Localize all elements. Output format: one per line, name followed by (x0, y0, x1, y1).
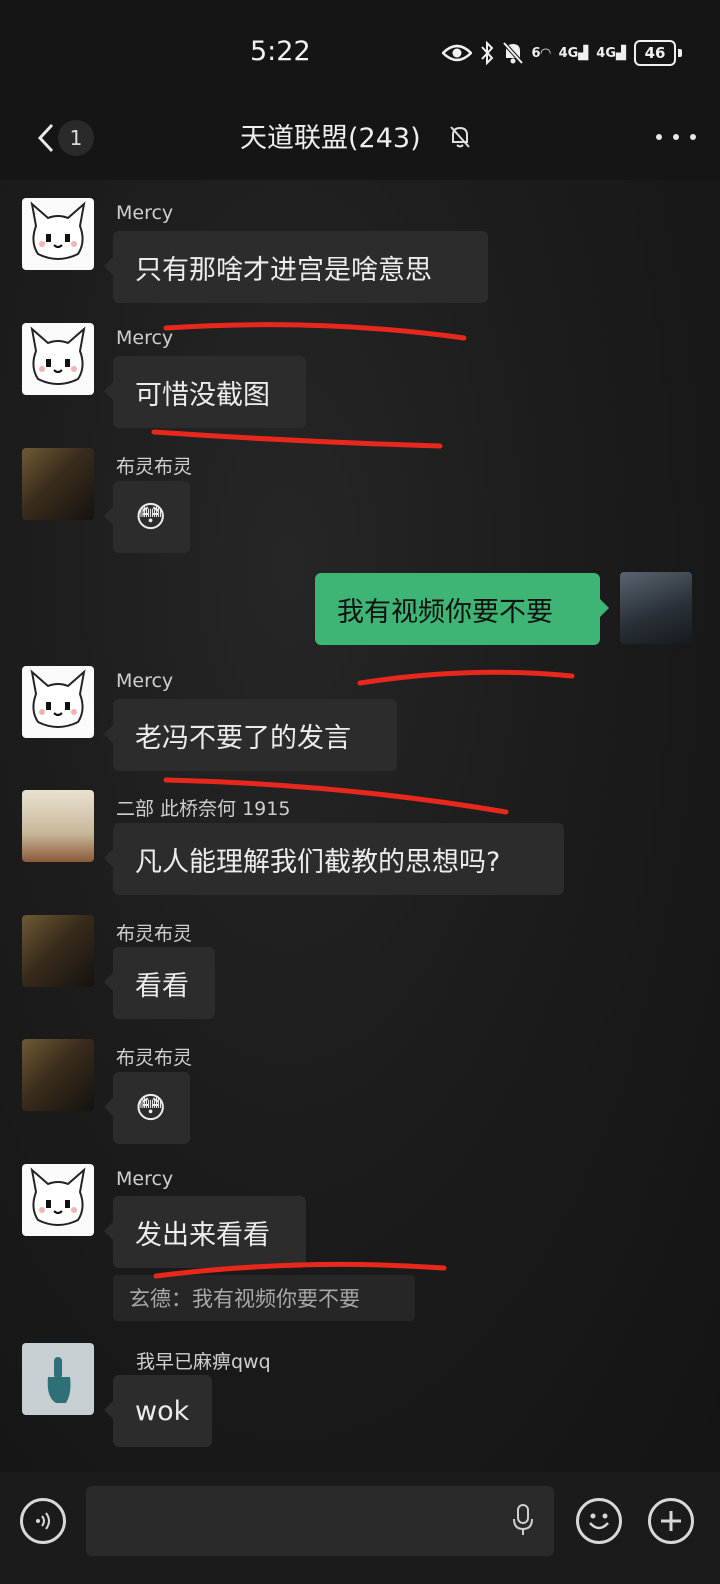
avatar[interactable] (22, 666, 94, 738)
cat-avatar-icon (30, 201, 86, 260)
more-dot (656, 134, 662, 140)
avatar[interactable] (22, 448, 94, 520)
unread-count-badge[interactable]: 1 (58, 120, 94, 156)
group-title[interactable]: 天道联盟(243) (240, 116, 421, 155)
sender-name: Mercy (116, 1168, 174, 1190)
avatar[interactable] (22, 1164, 94, 1236)
avatar[interactable] (22, 1039, 94, 1111)
more-options-button[interactable] (656, 122, 696, 152)
sender-name: 我早已麻痹qwq (136, 1351, 271, 1373)
message-bubble[interactable]: wok (104, 1375, 212, 1447)
cat-avatar-icon (30, 1167, 86, 1226)
sender-name: Mercy (116, 670, 174, 692)
message-bubble[interactable]: 老冯不要了的发言 (104, 699, 397, 771)
emoji-button[interactable] (576, 1498, 622, 1544)
smiley-icon (589, 1513, 609, 1530)
battery-icon: 46 (634, 40, 676, 66)
cat-avatar-icon (30, 326, 86, 385)
emoji-message-bubble[interactable]: 😳 (104, 481, 190, 553)
eye-icon (441, 44, 472, 62)
red-underline (357, 669, 575, 686)
bluetooth-icon (480, 41, 493, 65)
red-underline (163, 322, 467, 341)
message-list[interactable]: Mercy 只有那啥才进宫是啥意思 Mercy 可惜没截图 布灵布灵 😳 我有视… (0, 180, 720, 1472)
hand-avatar-icon (47, 1357, 71, 1403)
mute-bell-icon (502, 41, 524, 65)
more-actions-button[interactable] (648, 1498, 694, 1544)
avatar[interactable] (22, 198, 94, 270)
message-input[interactable] (86, 1486, 554, 1556)
quoted-reply[interactable]: 玄德：我有视频你要不要 (113, 1275, 415, 1321)
sender-name: 布灵布灵 (116, 456, 193, 478)
message-bubble[interactable]: 只有那啥才进宫是啥意思 (104, 231, 488, 303)
status-time: 5:22 (250, 36, 311, 67)
voice-wave-icon (36, 1512, 50, 1530)
avatar[interactable] (22, 323, 94, 395)
message-bubble[interactable]: 发出来看看 (104, 1196, 306, 1268)
network-label-1: 4G (558, 45, 579, 61)
my-message-bubble[interactable]: 我有视频你要不要 (315, 573, 609, 645)
battery-level: 46 (644, 44, 666, 62)
sender-name: Mercy (116, 202, 174, 224)
wifi-label: 6 (531, 45, 541, 61)
chat-header: 1 天道联盟(243) (0, 100, 720, 180)
voice-button[interactable] (20, 1498, 66, 1544)
message-bubble[interactable]: 可惜没截图 (104, 356, 306, 428)
sender-name: 布灵布灵 (116, 1047, 193, 1069)
microphone-icon[interactable] (510, 1502, 536, 1538)
signal-icon: 4G▟ (558, 45, 589, 61)
battery-tip (678, 49, 682, 57)
avatar[interactable] (22, 1343, 94, 1415)
signal-icon-2: 4G▟ (596, 45, 626, 61)
cat-avatar-icon (30, 669, 86, 728)
avatar[interactable] (22, 915, 94, 987)
sender-name: Mercy (116, 327, 174, 349)
red-underline (151, 429, 443, 449)
message-bubble[interactable]: 凡人能理解我们截教的思想吗? (104, 823, 564, 895)
sender-name: 布灵布灵 (116, 923, 193, 945)
more-dot (690, 134, 696, 140)
status-bar: 5:22 6◠ 4G▟ 4G▟ 46 (0, 0, 720, 100)
chevron-left-icon (37, 123, 54, 153)
plus-icon (661, 1511, 681, 1531)
network-label-2: 4G (596, 45, 616, 61)
status-icons: 6◠ 4G▟ 4G▟ 46 (441, 38, 682, 68)
muted-bell-icon (450, 126, 470, 148)
avatar[interactable] (22, 790, 94, 862)
more-dot (673, 134, 679, 140)
message-bubble[interactable]: 看看 (104, 947, 215, 1019)
my-avatar[interactable] (620, 572, 692, 644)
emoji-message-bubble[interactable]: 😳 (104, 1072, 190, 1144)
wifi-icon: 6◠ (531, 45, 551, 61)
sender-name: 二部 此桥奈何 1915 (116, 798, 291, 820)
